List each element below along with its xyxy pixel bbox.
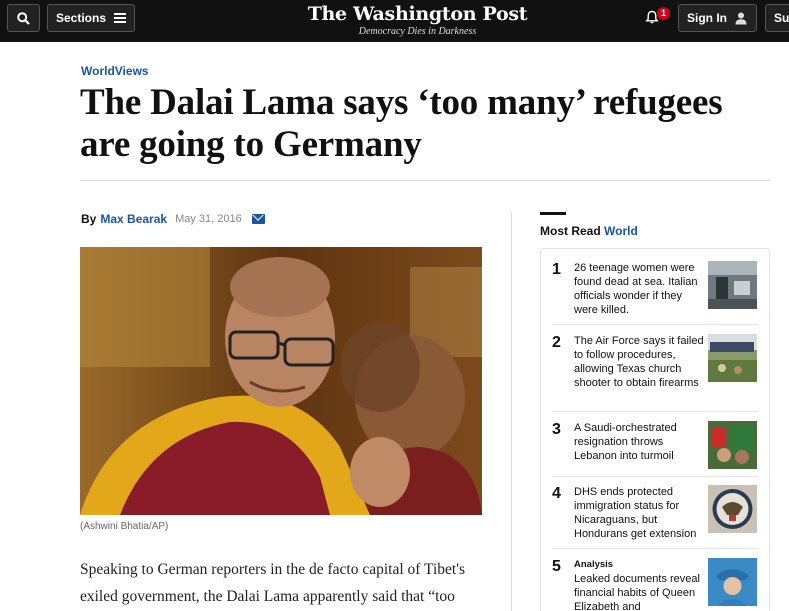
most-read-accent-bar [540,212,566,215]
most-read-headline[interactable]: DHS ends protected immigration status fo… [574,485,704,541]
most-read-item-body[interactable]: Analysis Leaked documents reveal financi… [574,558,704,611]
most-read-rank: 5 [552,558,561,575]
article-body: Speaking to German reporters in the de f… [80,561,466,605]
list-separator [552,324,758,325]
most-read-headline[interactable]: Leaked documents reveal financial habits… [574,573,700,611]
most-read-heading: Most Read World [540,224,638,238]
email-icon[interactable] [251,214,265,224]
search-icon [17,11,30,25]
logo-tagline: Democracy Dies in Darkness [358,26,477,37]
most-read-headline[interactable]: The Air Force says it failed to follow p… [574,334,704,390]
sections-label: Sections [55,11,106,25]
author-link[interactable]: Max Bearak [100,212,167,226]
list-separator [552,548,758,549]
signin-label: Sign In [687,11,727,25]
most-read-thumbnail[interactable] [708,558,757,606]
most-read-rank: 4 [552,485,561,502]
most-read-rank: 3 [552,421,561,438]
article-headline: The Dalai Lama says ‘too many’ refugees … [80,82,723,165]
column-divider [511,212,512,611]
list-separator [552,476,758,477]
byline: By Max Bearak May 31, 2016 [81,212,265,226]
most-read-heading-section[interactable]: World [604,224,638,238]
most-read-headline[interactable]: A Saudi-orchestrated resignation throws … [574,421,704,463]
most-read-thumbnail-illustration [708,334,757,382]
sections-button[interactable]: Sections [47,4,135,32]
most-read-thumbnail-illustration [708,421,757,469]
list-separator [552,411,758,412]
most-read-heading-prefix: Most Read [540,224,601,238]
publish-date: May 31, 2016 [175,213,242,225]
most-read-thumbnail[interactable] [708,261,757,309]
most-read-thumbnail-illustration [708,558,757,606]
most-read-thumbnail[interactable] [708,334,757,382]
most-read-headline[interactable]: 26 teenage women were found dead at sea.… [574,261,704,317]
notification-badge: 1 [657,7,670,20]
most-read-rank: 1 [552,261,561,278]
most-read-thumbnail[interactable] [708,421,757,469]
analysis-label: Analysis [574,559,614,570]
hamburger-icon [114,13,126,23]
header-divider [80,180,770,181]
search-button[interactable] [7,4,40,32]
site-logo[interactable]: The Washington Post Democracy Dies in Da… [300,3,535,37]
subscribe-button[interactable]: Subscribe [765,4,789,32]
lead-photo-illustration [80,247,482,515]
top-nav-bar: Sections The Washington Post Democracy D… [0,0,789,42]
photo-caption: (Ashwini Bhatia/AP) [80,521,169,532]
signin-button[interactable]: Sign In [678,4,757,32]
lead-photo [80,247,482,515]
section-kicker-link[interactable]: WorldViews [81,64,149,78]
byline-prefix: By [81,212,97,226]
logo-title: The Washington Post [307,3,528,25]
most-read-thumbnail[interactable] [708,485,757,533]
most-read-thumbnail-illustration [708,261,757,309]
most-read-thumbnail-illustration [708,485,757,533]
most-read-rank: 2 [552,334,561,351]
user-icon [735,12,747,25]
